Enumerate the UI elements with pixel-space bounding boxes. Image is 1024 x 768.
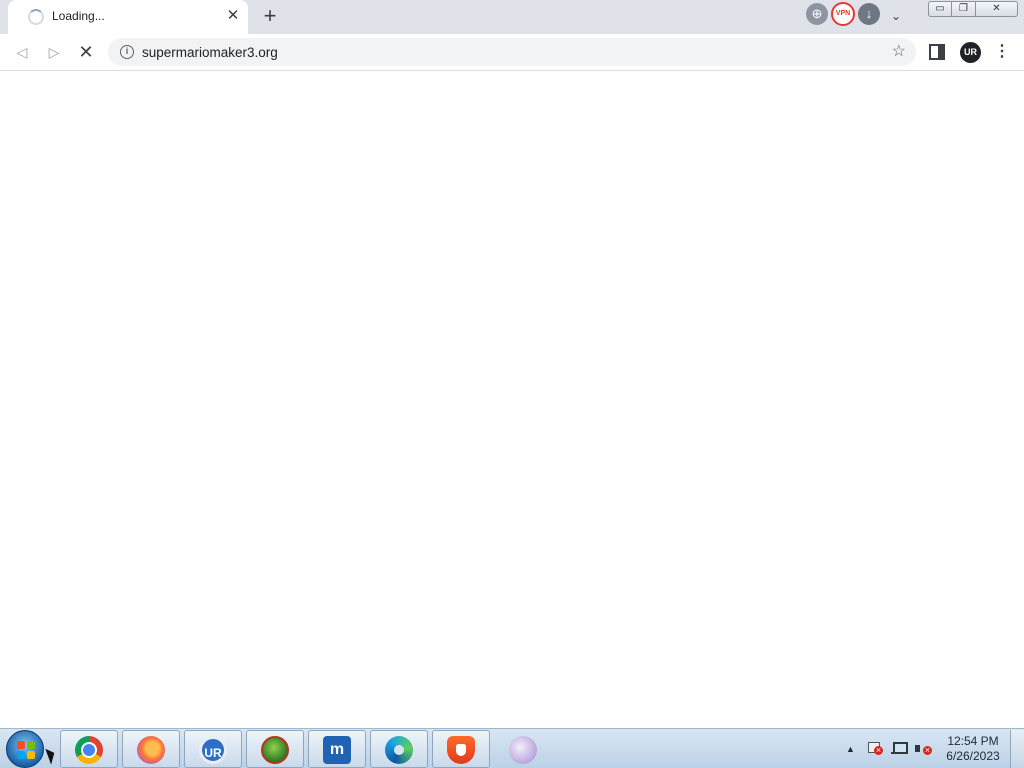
taskbar-firefox[interactable] xyxy=(122,730,180,768)
download-extension-icon[interactable]: ↓ xyxy=(858,3,880,25)
back-button[interactable]: ◁ xyxy=(10,40,34,64)
taskbar-maxthon[interactable]: m xyxy=(308,730,366,768)
eagle-icon xyxy=(509,736,537,764)
edge-icon xyxy=(385,736,413,764)
taskbar-chrome[interactable] xyxy=(60,730,118,768)
taskbar-eagle[interactable] xyxy=(494,730,552,768)
start-button[interactable] xyxy=(6,730,44,768)
browser-menu-button[interactable]: ⋮ xyxy=(994,42,1010,62)
system-clock[interactable]: 12:54 PM 6/26/2023 xyxy=(940,734,1006,764)
mouse-cursor-icon xyxy=(45,746,58,765)
maxthon-icon: m xyxy=(323,736,351,764)
tray-overflow-icon[interactable]: ▲ xyxy=(846,744,855,754)
taskbar-brave[interactable] xyxy=(432,730,490,768)
taskbar-green-app[interactable] xyxy=(246,730,304,768)
minimize-window-button[interactable]: ▭ xyxy=(928,1,952,17)
clock-time: 12:54 PM xyxy=(947,734,999,748)
profile-avatar[interactable]: UR xyxy=(960,42,981,63)
chrome-icon xyxy=(75,736,103,764)
taskbar-edge[interactable] xyxy=(370,730,428,768)
globe-extension-icon[interactable]: ⊕ xyxy=(806,3,828,25)
taskbar-ur-browser[interactable]: UR xyxy=(184,730,242,768)
address-bar[interactable]: i supermariomaker3.org ☆ xyxy=(108,38,916,66)
new-tab-button[interactable]: + xyxy=(258,5,282,29)
close-window-button[interactable]: ✕ xyxy=(976,1,1018,17)
volume-muted-icon[interactable] xyxy=(913,741,933,757)
windows-taskbar: UR m ▲ 12:54 PM 6/26/2023 xyxy=(0,728,1024,768)
forward-button[interactable]: ▷ xyxy=(42,40,66,64)
bookmark-star-icon[interactable]: ☆ xyxy=(892,42,906,62)
vpn-extension-icon[interactable]: VPN xyxy=(831,2,855,26)
loading-spinner-icon xyxy=(28,9,44,25)
green-app-icon xyxy=(261,736,289,764)
browser-toolbar: ◁ ▷ ✕ i supermariomaker3.org ☆ UR ⋮ xyxy=(0,34,1024,71)
show-desktop-button[interactable] xyxy=(1010,730,1024,768)
network-icon[interactable] xyxy=(889,741,908,757)
ur-browser-icon: UR xyxy=(199,736,227,764)
tab-close-button[interactable]: ✕ xyxy=(224,7,242,25)
tab-strip: Loading... ✕ + ⊕ VPN ↓ ⌄ ▭ ❐ ✕ xyxy=(0,0,1024,34)
restore-window-button[interactable]: ❐ xyxy=(952,1,976,17)
tab-title: Loading... xyxy=(52,9,105,23)
firefox-icon xyxy=(137,736,165,764)
page-viewport[interactable] xyxy=(0,71,1024,728)
brave-icon xyxy=(447,736,475,764)
browser-tab-active[interactable]: Loading... ✕ xyxy=(8,0,248,34)
url-text[interactable]: supermariomaker3.org xyxy=(142,45,278,60)
site-info-icon[interactable]: i xyxy=(120,45,134,59)
action-center-flag-icon[interactable] xyxy=(866,741,883,757)
stop-loading-button[interactable]: ✕ xyxy=(74,40,98,64)
side-panel-icon[interactable] xyxy=(929,44,945,60)
tab-search-button[interactable]: ⌄ xyxy=(887,7,905,25)
clock-date: 6/26/2023 xyxy=(946,749,1000,763)
